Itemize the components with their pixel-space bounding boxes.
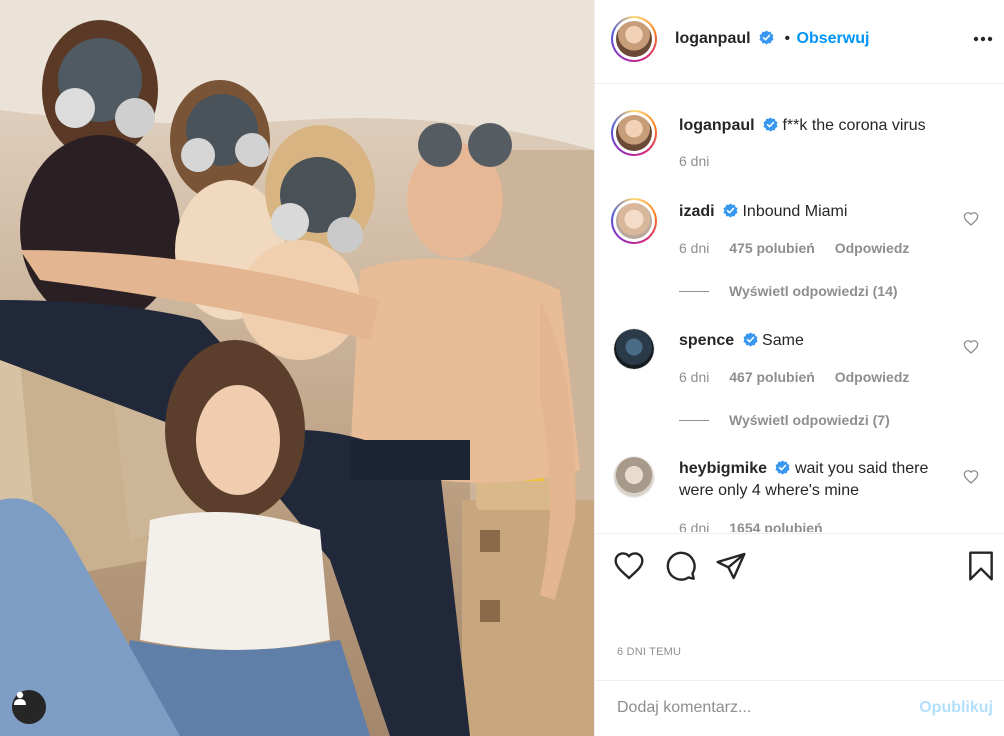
verified-icon [743, 332, 758, 347]
comment-age[interactable]: 6 dni [679, 240, 709, 256]
comment-likes[interactable]: 1654 polubień [729, 520, 822, 532]
view-replies-button[interactable]: Wyświetl odpowiedzi (14) [679, 283, 898, 299]
header-separator: • [784, 30, 791, 47]
caption-text: f**k the corona virus [782, 117, 926, 134]
comment-item: izadi Inbound Miami [679, 201, 847, 223]
comment-input[interactable]: Dodaj komentarz... [617, 699, 751, 717]
bookmark-icon[interactable] [965, 550, 997, 582]
comment-like-icon[interactable] [963, 211, 979, 227]
reply-button[interactable]: Odpowiedz [835, 369, 910, 385]
caption-age[interactable]: 6 dni [679, 153, 709, 169]
comment-age[interactable]: 6 dni [679, 369, 709, 385]
caption-username[interactable]: loganpaul [679, 117, 755, 134]
photo-illustration [0, 0, 594, 736]
view-replies-label: Wyświetl odpowiedzi (7) [729, 412, 890, 428]
caption: loganpaul f**k the corona virus [679, 115, 926, 137]
post-photo[interactable] [0, 0, 594, 736]
comment-item: spence Same [679, 330, 804, 352]
comment-age[interactable]: 6 dni [679, 520, 709, 532]
view-replies-button[interactable]: Wyświetl odpowiedzi (7) [679, 412, 890, 428]
action-bar [595, 533, 1004, 593]
verified-icon [775, 460, 791, 475]
follow-button[interactable]: Obserwuj [797, 30, 870, 47]
comment-avatar[interactable] [613, 456, 655, 498]
comment-avatar[interactable] [613, 328, 655, 370]
comment-like-icon[interactable] [963, 339, 979, 355]
comment-meta: 6 dni 467 polubień Odpowiedz [679, 369, 909, 385]
post-sidebar: loganpaul • Obserwuj loganpaul f**k the … [594, 0, 1004, 736]
comment-icon[interactable] [665, 550, 697, 582]
comment-meta: 6 dni 475 polubień Odpowiedz [679, 240, 909, 256]
comment-text-cont: were only 4 where's mine [679, 482, 860, 499]
comment-composer: Dodaj komentarz... Opublikuj [595, 680, 1004, 736]
verified-icon [759, 30, 774, 45]
view-replies-label: Wyświetl odpowiedzi (14) [729, 283, 898, 299]
comment-likes[interactable]: 467 polubień [729, 369, 815, 385]
author-username[interactable]: loganpaul [675, 30, 751, 47]
comment-text: wait you said there [794, 460, 929, 477]
author-avatar[interactable] [611, 16, 657, 62]
comment-text: Same [762, 332, 804, 349]
more-icon[interactable] [973, 34, 993, 44]
comment-username[interactable]: izadi [679, 203, 715, 220]
comment-like-icon[interactable] [963, 469, 979, 485]
verified-icon [723, 203, 738, 218]
heart-icon[interactable] [613, 550, 645, 582]
comment-avatar[interactable] [611, 198, 657, 244]
comment-meta: 6 dni 1654 polubień [679, 520, 823, 532]
reply-button[interactable]: Odpowiedz [835, 240, 910, 256]
comment-text: Inbound Miami [742, 203, 848, 220]
comment-username[interactable]: spence [679, 332, 734, 349]
post-timestamp[interactable]: 6 DNI TEMU [617, 646, 681, 658]
caption-avatar[interactable] [611, 110, 657, 156]
publish-button[interactable]: Opublikuj [919, 699, 993, 717]
share-icon[interactable] [715, 550, 747, 582]
verified-icon [763, 117, 778, 132]
comment-username[interactable]: heybigmike [679, 460, 767, 477]
comment-likes[interactable]: 475 polubień [729, 240, 815, 256]
comments-list: loganpaul f**k the corona virus 6 dni iz… [595, 84, 1004, 532]
comment-item: heybigmike wait you said there were only… [679, 458, 979, 502]
user-tag-icon [14, 691, 26, 705]
post-header: loganpaul • Obserwuj [595, 0, 1004, 84]
user-tag-button[interactable] [12, 690, 46, 724]
